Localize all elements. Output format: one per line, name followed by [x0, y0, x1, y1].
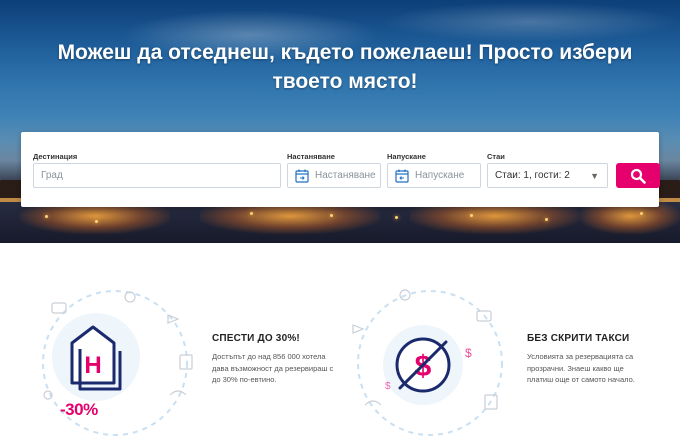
checkout-label: Напускане [387, 152, 426, 161]
no-hidden-fees-illustration: $ $ $ [352, 289, 503, 436]
hero-light [395, 216, 398, 219]
hero-light [545, 218, 548, 221]
save-30-illustration: H [42, 290, 193, 436]
checkout-placeholder: Напускане [415, 170, 465, 181]
calendar-checkin-icon [295, 169, 309, 183]
rooms-value: Стаи: 1, гости: 2 [495, 170, 570, 181]
hero-cloud [380, 2, 680, 42]
hero-light [640, 212, 643, 215]
svg-text:H: H [84, 352, 101, 379]
hero-light [250, 212, 253, 215]
feature-text-line: до 30% по-евтино. [212, 375, 277, 384]
checkin-input[interactable]: Настаняване [287, 163, 381, 188]
feature-text-line: Условията за резервацията са [527, 352, 634, 361]
hero-light [330, 214, 333, 217]
rooms-label: Стаи [487, 152, 505, 161]
hero-light [45, 215, 48, 218]
feature-fees-title: БЕЗ СКРИТИ ТАКСИ [527, 333, 630, 344]
hero-light [470, 214, 473, 217]
no-dollar-icon: $ [395, 337, 451, 393]
svg-text:$: $ [465, 346, 472, 360]
feature-save-title: СПЕСТИ ДО 30%! [212, 333, 300, 344]
feature-text-line: Достъпът до над 856 000 хотела [212, 352, 326, 361]
search-panel: Дестинация Град Настаняване Настаняване … [21, 132, 660, 207]
hero-light [95, 220, 98, 223]
svg-text:$: $ [385, 381, 391, 392]
checkin-placeholder: Настаняване [315, 170, 376, 181]
feature-save-text: Достъпът до над 856 000 хотела дава възм… [212, 351, 333, 386]
feature-text-line: прозрачни. Знаеш какво ще [527, 363, 624, 373]
hero-title-line: Можеш да отседнеш, където пожелаеш! Прос… [57, 41, 633, 64]
feature-fees-text: Условията за резервацията са прозрачни. … [527, 351, 635, 386]
search-icon [630, 168, 646, 184]
feature-text-line: платиш още от самото начало. [527, 375, 635, 384]
checkin-label: Настаняване [287, 152, 335, 161]
discount-badge: -30% [60, 400, 98, 419]
destination-input[interactable]: Град [33, 163, 281, 188]
destination-placeholder: Град [41, 170, 63, 181]
hero-title-line: твоето място! [272, 70, 418, 93]
feature-text-line: дава възможност да резервираш с [212, 363, 334, 373]
checkout-input[interactable]: Напускане [387, 163, 481, 188]
calendar-checkout-icon [395, 169, 409, 183]
search-button[interactable] [616, 163, 660, 188]
destination-label: Дестинация [33, 152, 78, 161]
chevron-down-icon: ▼ [590, 170, 599, 181]
rooms-select[interactable]: Стаи: 1, гости: 2 ▼ [487, 163, 608, 188]
hero-title: Можеш да отседнеш, където пожелаеш! Прос… [40, 38, 650, 96]
